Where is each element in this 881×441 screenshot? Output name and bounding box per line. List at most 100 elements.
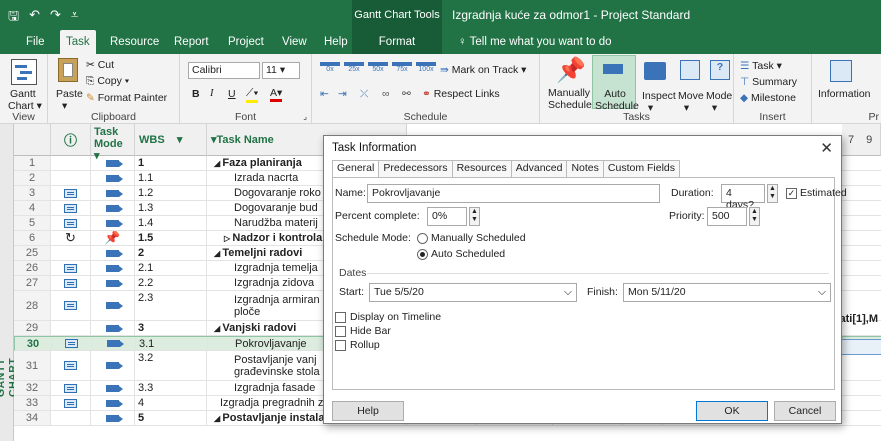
row-number[interactable]: 33	[14, 396, 51, 410]
tab-project[interactable]: Project	[222, 30, 270, 54]
tab-resource[interactable]: Resource	[104, 30, 165, 54]
pushpin-icon[interactable]: 📌	[556, 56, 586, 85]
font-size-select[interactable]: 11 ▾	[262, 62, 300, 79]
format-painter-button[interactable]: ✎ Format Painter	[86, 92, 167, 104]
cancel-button[interactable]: Cancel	[774, 401, 836, 421]
wbs-cell[interactable]: 5	[135, 411, 207, 425]
insert-milestone-button[interactable]: ◆ Milestone	[740, 92, 796, 104]
task-mode-cell[interactable]	[91, 216, 135, 230]
hide-bar-checkbox[interactable]	[335, 326, 346, 337]
tab-predecessors[interactable]: Predecessors	[378, 160, 453, 177]
insert-task-button[interactable]: ☰ Task ▾	[740, 60, 782, 72]
task-mode-cell[interactable]: 📌	[91, 231, 135, 245]
auto-scheduled-label[interactable]: Auto Scheduled	[431, 248, 505, 260]
outdent-icon[interactable]: ⇤	[320, 88, 329, 100]
task-mode-cell[interactable]	[91, 291, 135, 320]
bold-button[interactable]: B	[192, 88, 200, 100]
duration-field[interactable]: 4 days?	[721, 184, 765, 211]
save-icon[interactable]: 🖫	[8, 7, 19, 29]
task-mode-cell[interactable]	[91, 276, 135, 290]
font-color-icon[interactable]: A▾	[270, 87, 283, 102]
wbs-cell[interactable]: 3	[135, 321, 207, 335]
estimated-checkbox[interactable]: ✓	[786, 188, 797, 199]
close-icon[interactable]: ✕	[820, 139, 833, 157]
auto-scheduled-radio[interactable]	[417, 249, 428, 260]
manually-schedule-button[interactable]: Manually Schedule	[548, 87, 592, 111]
row-number[interactable]: 28	[14, 291, 51, 320]
select-all-corner[interactable]	[14, 124, 51, 156]
ok-button[interactable]: OK	[696, 401, 768, 421]
priority-spinner[interactable]: ▲ ▼	[749, 207, 760, 226]
tell-me-search[interactable]: ♀ Tell me what you want to do	[452, 30, 618, 54]
tab-resources[interactable]: Resources	[451, 160, 512, 177]
move-icon[interactable]	[680, 60, 700, 80]
wbs-cell[interactable]: 2.1	[135, 261, 207, 275]
task-mode-cell[interactable]	[91, 396, 135, 410]
gantt-label[interactable]: Gantt	[10, 88, 36, 100]
mark-on-track-button[interactable]: ⇛ Mark on Track ▾	[440, 64, 526, 76]
respect-links-button[interactable]: ⚭ Respect Links	[422, 88, 500, 100]
priority-field[interactable]: 500	[707, 207, 747, 226]
row-number[interactable]: 6	[14, 231, 51, 245]
wbs-cell[interactable]: 2	[135, 246, 207, 260]
row-number[interactable]: 30	[15, 337, 52, 350]
pct-100-button[interactable]: 100x	[416, 62, 436, 80]
task-mode-cell[interactable]	[91, 321, 135, 335]
pct-25-button[interactable]: 25x	[344, 62, 364, 80]
tab-advanced[interactable]: Advanced	[510, 160, 568, 177]
wbs-cell[interactable]: 3.3	[135, 381, 207, 395]
start-date-picker[interactable]: Tue 5/5/20 ⌵	[369, 283, 577, 302]
insert-summary-button[interactable]: ⊤ Summary	[740, 76, 797, 88]
task-mode-cell[interactable]	[91, 351, 135, 380]
row-number[interactable]: 3	[14, 186, 51, 200]
wbs-cell[interactable]: 1.3	[135, 201, 207, 215]
wbs-cell[interactable]: 3.2	[135, 351, 207, 380]
customize-qat-icon[interactable]: ⩡	[71, 7, 78, 29]
gantt-chart-icon[interactable]	[11, 59, 37, 85]
pct-75-button[interactable]: 75x	[392, 62, 412, 80]
unlink-tasks-icon[interactable]: ⚯	[402, 88, 411, 100]
tab-custom-fields[interactable]: Custom Fields	[602, 160, 681, 177]
row-number[interactable]: 34	[14, 411, 51, 425]
help-button[interactable]: Help	[332, 401, 404, 421]
task-mode-cell[interactable]	[91, 381, 135, 395]
duration-spinner[interactable]: ▲ ▼	[767, 184, 778, 203]
tab-help[interactable]: Help	[318, 30, 354, 54]
indent-icon[interactable]: ⇥	[338, 88, 347, 100]
link-tasks-icon[interactable]: ∞	[382, 88, 390, 100]
information-icon[interactable]	[830, 60, 852, 82]
display-on-timeline-checkbox[interactable]	[335, 312, 346, 323]
row-number[interactable]: 1	[14, 156, 51, 170]
tab-view[interactable]: View	[276, 30, 313, 54]
task-mode-cell[interactable]	[91, 201, 135, 215]
rollup-checkbox[interactable]	[335, 340, 346, 351]
underline-button[interactable]: U	[228, 88, 236, 100]
task-mode-cell[interactable]	[92, 337, 136, 350]
highlight-color-icon[interactable]: ⟋▾	[246, 87, 259, 103]
name-field[interactable]: Pokrovljavanje	[367, 184, 660, 203]
row-number[interactable]: 26	[14, 261, 51, 275]
paste-button[interactable]: Paste	[56, 88, 83, 100]
pct-50-button[interactable]: 50x	[368, 62, 388, 80]
row-number[interactable]: 29	[14, 321, 51, 335]
italic-button[interactable]: I	[210, 88, 214, 99]
wbs-cell[interactable]: 1.4	[135, 216, 207, 230]
row-number[interactable]: 2	[14, 171, 51, 185]
undo-icon[interactable]: ↶	[29, 7, 40, 29]
wbs-cell[interactable]: 1.5	[135, 231, 207, 245]
wbs-cell[interactable]: 1	[135, 156, 207, 170]
tab-task[interactable]: Task	[60, 30, 96, 54]
wbs-cell[interactable]: 2.2	[135, 276, 207, 290]
tab-file[interactable]: File	[20, 30, 51, 54]
row-number[interactable]: 5	[14, 216, 51, 230]
copy-button[interactable]: ⎘ Copy ▾	[86, 75, 129, 88]
tab-report[interactable]: Report	[168, 30, 215, 54]
tab-format[interactable]: Format	[352, 30, 442, 54]
information-button[interactable]: Information	[818, 88, 871, 100]
mode-icon[interactable]: ?	[710, 60, 730, 80]
task-mode-cell[interactable]	[91, 261, 135, 275]
paste-icon[interactable]	[58, 58, 78, 82]
row-number[interactable]: 31	[14, 351, 51, 380]
task-mode-header[interactable]: Task Mode ▾	[91, 124, 135, 162]
auto-schedule-button[interactable]: Auto Schedule	[592, 55, 639, 112]
